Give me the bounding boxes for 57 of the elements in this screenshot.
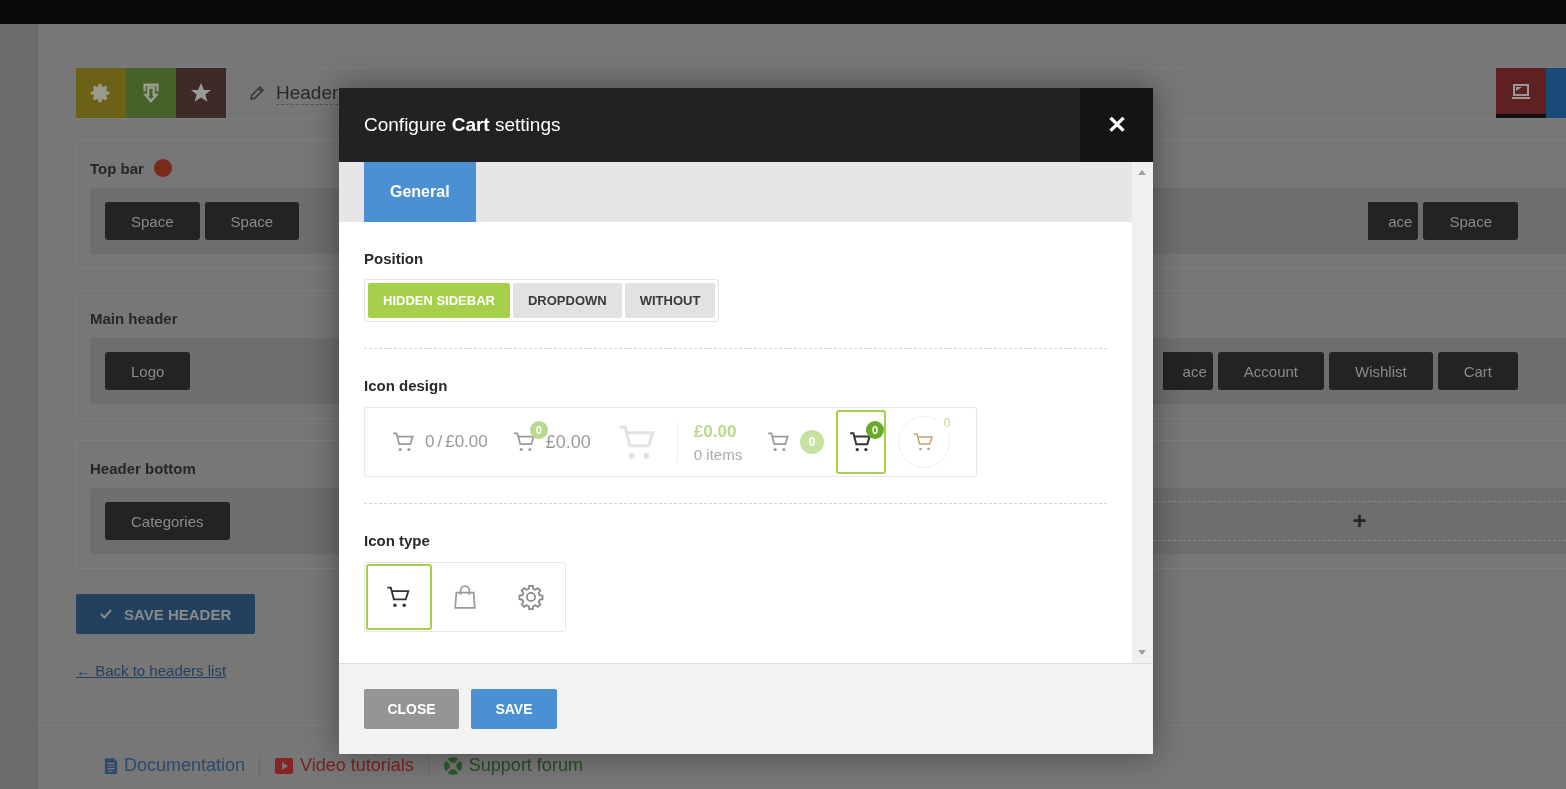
- bag-icon: [452, 583, 478, 611]
- count-badge: 0: [529, 421, 548, 439]
- status-dot: [153, 159, 172, 177]
- header-element[interactable]: Space: [105, 202, 200, 240]
- header-element[interactable]: ace: [1162, 352, 1213, 390]
- section-title: Main header: [90, 309, 178, 327]
- cart-total: £0.00: [545, 431, 591, 453]
- separator-text: /: [437, 432, 443, 452]
- position-option[interactable]: HIDDEN SIDEBAR: [368, 283, 510, 318]
- header-element[interactable]: Cart: [1437, 352, 1518, 390]
- close-button[interactable]: ✕: [1080, 88, 1153, 162]
- icon-design-option[interactable]: 0 / £0.00: [379, 410, 500, 474]
- cart-total: £0.00: [693, 421, 738, 442]
- lifebuoy-icon: [442, 755, 463, 776]
- header-element[interactable]: Categories: [105, 502, 230, 540]
- header-element[interactable]: Logo: [105, 352, 191, 390]
- position-option[interactable]: DROPDOWN: [512, 283, 622, 318]
- cart-total: £0.00: [445, 432, 488, 452]
- save-button[interactable]: SAVE: [471, 689, 557, 729]
- back-link[interactable]: ← Back to headers list: [76, 662, 227, 679]
- download-icon[interactable]: [126, 68, 176, 118]
- icon-design-option[interactable]: 0: [836, 410, 887, 474]
- cart-count: 0: [425, 432, 435, 452]
- settings-icon[interactable]: [76, 68, 126, 118]
- footer-link[interactable]: Documentation: [104, 755, 260, 776]
- header-element[interactable]: Account: [1217, 352, 1324, 390]
- dialog-title: Configure Cart settings: [363, 114, 561, 136]
- count-badge: 0: [800, 430, 825, 454]
- icon-type-option[interactable]: [366, 564, 432, 630]
- field-label: Icon design: [364, 377, 449, 394]
- field-label: Position: [364, 250, 425, 267]
- icon-design-option[interactable]: £0.00 0 items: [681, 410, 755, 474]
- section-title: Header bottom: [90, 459, 196, 477]
- field-label: Icon type: [364, 532, 431, 549]
- header-title[interactable]: Header: [276, 81, 339, 105]
- footer-link[interactable]: Video tutorials: [259, 755, 428, 776]
- count-badge: 0: [866, 421, 885, 439]
- icon-design-option[interactable]: 0 £0.00: [499, 410, 603, 474]
- scrollbar[interactable]: [1132, 162, 1153, 663]
- play-icon: [274, 755, 295, 776]
- position-option[interactable]: WITHOUT: [624, 283, 716, 318]
- header-element[interactable]: Space: [204, 202, 300, 240]
- header-element[interactable]: Wishlist: [1329, 352, 1433, 390]
- close-button[interactable]: CLOSE: [364, 689, 459, 729]
- header-element[interactable]: ace: [1368, 202, 1419, 240]
- add-element-button[interactable]: +: [1153, 501, 1566, 541]
- laptop-icon[interactable]: [1496, 68, 1546, 118]
- item-count: 0 items: [693, 445, 743, 463]
- footer-link[interactable]: Support forum: [427, 755, 597, 776]
- tab[interactable]: General: [364, 162, 476, 222]
- pencil-icon[interactable]: [248, 84, 266, 102]
- check-icon: [100, 609, 112, 619]
- header-element[interactable]: Space: [1423, 202, 1518, 240]
- save-header-button[interactable]: SAVE HEADER: [76, 594, 256, 634]
- section-title: Top bar: [90, 159, 144, 177]
- gear-icon: [517, 583, 545, 611]
- document-icon: [104, 756, 118, 775]
